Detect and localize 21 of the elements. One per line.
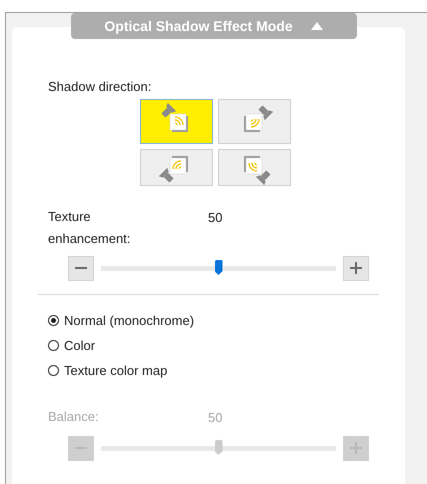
radio-button[interactable] xyxy=(48,314,59,326)
collapse-arrow-icon xyxy=(310,22,323,30)
shadow-direction-button[interactable] xyxy=(218,98,291,144)
slider-value: 50 xyxy=(208,408,222,426)
radio-button[interactable] xyxy=(48,340,59,350)
shadow-direction-button[interactable] xyxy=(140,148,213,186)
decrease-button[interactable] xyxy=(68,256,94,280)
slider-thumb[interactable] xyxy=(214,260,222,275)
slider-value: 50 xyxy=(208,208,222,226)
shadow-direction-button[interactable] xyxy=(140,98,213,144)
slider-label: Balance: xyxy=(48,408,100,426)
section-label: Shadow direction: xyxy=(48,78,152,96)
radio-option[interactable]: Texture color map xyxy=(48,360,369,380)
increase-button[interactable] xyxy=(343,256,369,280)
radio-option[interactable]: Color xyxy=(48,336,369,354)
radio-option[interactable]: Normal (monochrome) xyxy=(48,310,369,330)
shadow-direction-button[interactable] xyxy=(218,148,291,186)
slider-label: Texture enhancement: xyxy=(48,208,132,248)
plus-icon xyxy=(350,262,362,274)
minus-icon xyxy=(75,267,87,269)
radio-button[interactable] xyxy=(48,364,59,376)
